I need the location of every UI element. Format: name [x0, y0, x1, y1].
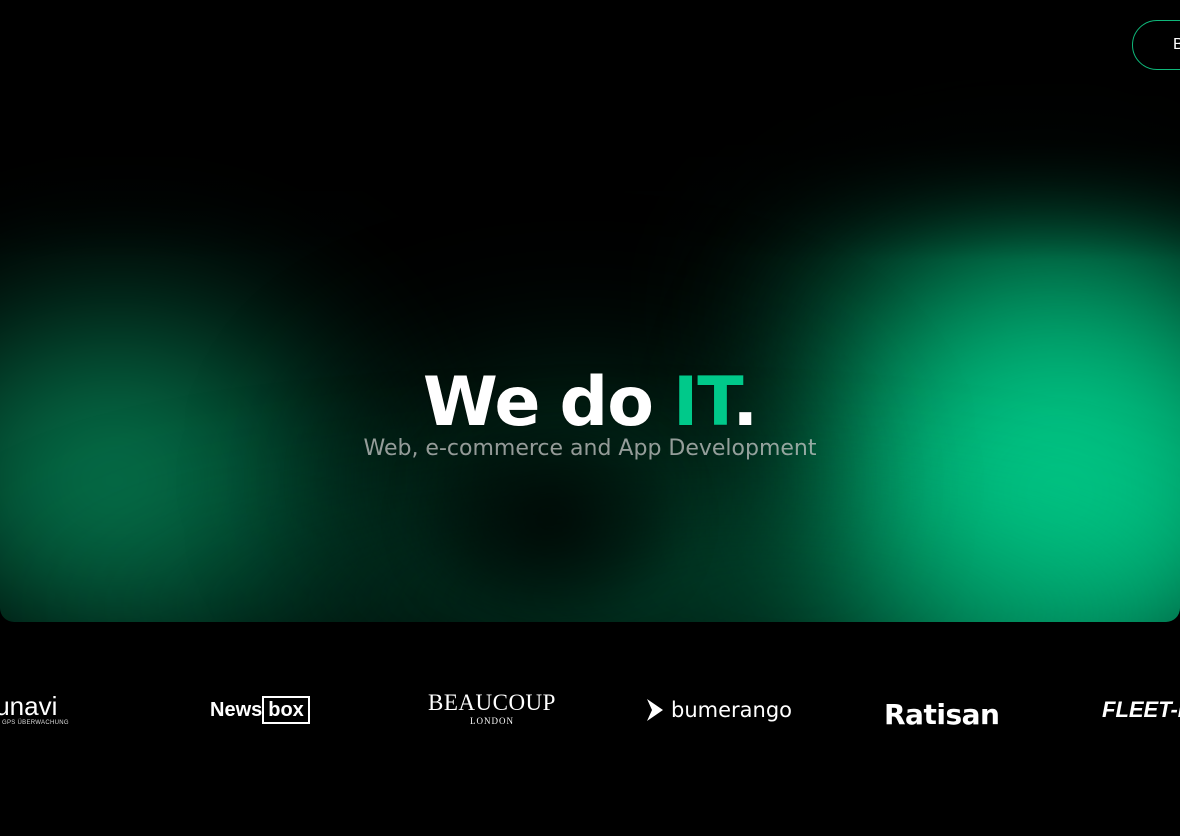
ratisan-logo-text: Ratisan	[884, 697, 1000, 731]
page: Book WedoIT. Web, e-commerce and App Dev…	[0, 0, 1180, 836]
newsbox-logo-text: News	[210, 698, 263, 721]
headline-word-we: We	[422, 362, 541, 442]
gradient-top-fade	[0, 0, 1180, 260]
boomerang-arrow-icon	[647, 699, 663, 721]
book-button[interactable]: Book	[1132, 20, 1180, 70]
newsbox-logo-box-text: box	[262, 696, 310, 724]
beaucoup-logo-text: BEAUCOUP	[428, 690, 556, 715]
tunavi-logo-text: tunavi	[0, 691, 58, 721]
hero-section: Book WedoIT. Web, e-commerce and App Dev…	[0, 0, 1180, 622]
client-logo-newsbox: News box	[210, 660, 310, 760]
client-logo-fleet: FLEET-DE	[1102, 660, 1180, 760]
fleet-logo-text: FLEET-DE	[1102, 697, 1180, 722]
headline-period: .	[732, 362, 758, 442]
client-logo-ratisan: Ratisan	[884, 660, 1000, 760]
client-logo-tunavi: tunavi GPS ÜBERWACHUNG	[0, 660, 69, 760]
headline-word-do: do	[559, 362, 654, 442]
headline-accent-it: IT	[672, 362, 733, 442]
bumerango-logo-text: bumerango	[671, 698, 793, 722]
tunavi-logo-tagline: GPS ÜBERWACHUNG	[2, 720, 69, 726]
beaucoup-logo-tagline: LONDON	[469, 716, 514, 726]
client-logo-beaucoup: BEAUCOUP LONDON	[428, 660, 556, 760]
hero-subtitle: Web, e-commerce and App Development	[363, 436, 817, 461]
client-logo-strip: tunavi GPS ÜBERWACHUNG Newsbox BEAUCOUP …	[0, 660, 1180, 760]
client-logo-bumerango: bumerango	[645, 660, 792, 760]
